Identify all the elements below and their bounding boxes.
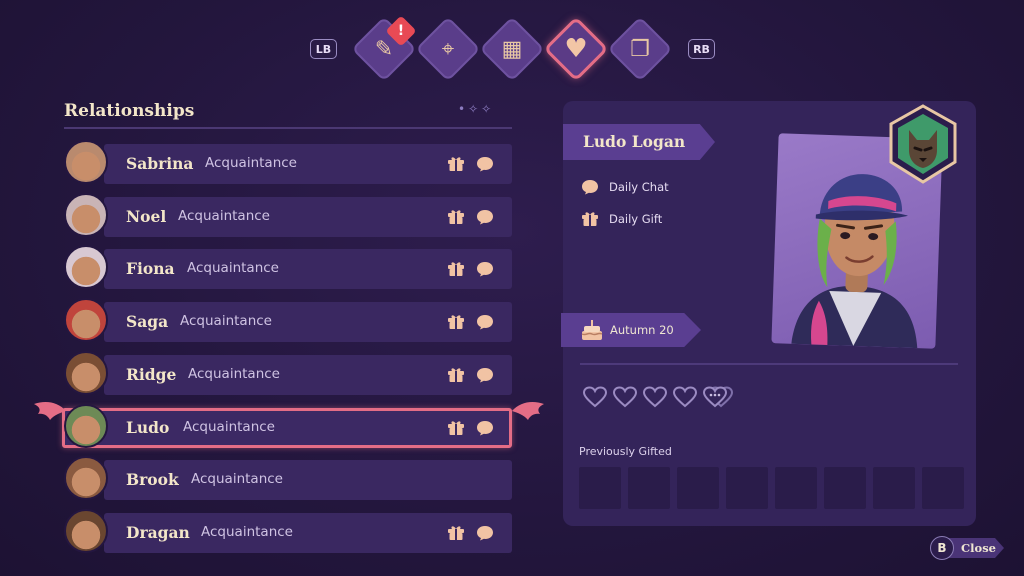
bat-wing-left-icon	[34, 402, 66, 420]
chat-bubble-icon	[582, 180, 598, 195]
heart-icon: ♥	[564, 34, 588, 64]
chat-bubble-icon[interactable]	[476, 367, 494, 383]
character-name: Sabrina	[126, 154, 194, 173]
relationship-status: Acquaintance	[191, 471, 283, 488]
relationship-row[interactable]: Noel Acquaintance	[58, 192, 512, 239]
tab-journal[interactable]: ❐	[607, 16, 673, 82]
character-avatar	[64, 403, 108, 448]
tab-calendar[interactable]: ▦	[479, 16, 545, 82]
gift-slot	[922, 467, 964, 509]
gift-slot	[579, 467, 621, 509]
gift-icon[interactable]	[447, 261, 465, 277]
relationship-status: Acquaintance	[201, 523, 293, 540]
relationship-row[interactable]: Brook Acquaintance	[58, 456, 512, 502]
lb-bumper[interactable]: LB	[310, 39, 337, 59]
rb-bumper[interactable]: RB	[688, 39, 715, 59]
relationship-row[interactable]: Ridge Acquaintance	[58, 350, 512, 397]
chat-bubble-icon[interactable]	[476, 261, 494, 277]
book-icon: ❐	[630, 36, 650, 62]
character-avatar	[64, 245, 108, 290]
character-name: Saga	[126, 312, 169, 332]
daily-chat-task: Daily Chat	[581, 179, 669, 195]
heart-empty-icon	[672, 386, 698, 408]
heart-empty-icon	[582, 386, 608, 408]
b-button-icon: B	[930, 536, 954, 560]
gift-icon[interactable]	[447, 156, 465, 172]
heart-more-icon	[702, 386, 734, 408]
gift-icon	[582, 212, 598, 226]
character-avatar	[64, 140, 108, 184]
chat-bubble-icon[interactable]	[476, 525, 494, 541]
character-avatar	[64, 298, 108, 343]
chat-bubble-icon[interactable]	[476, 156, 494, 172]
sparkle-decoration-icon: •✧✧	[458, 102, 495, 116]
character-avatar	[64, 508, 108, 553]
birthday-date: Autumn 20	[610, 323, 674, 337]
relationship-row[interactable]: Ludo Acquaintance	[58, 403, 512, 450]
relationship-status: Acquaintance	[205, 155, 297, 171]
gift-slot	[873, 467, 915, 509]
gift-slot	[824, 467, 866, 509]
friendship-hearts	[582, 386, 736, 408]
relationship-status: Acquaintance	[178, 207, 270, 224]
gift-slot	[726, 467, 768, 509]
calendar-icon: ▦	[501, 36, 523, 62]
gift-slot	[628, 467, 670, 509]
map-icon: ⌖	[441, 36, 455, 62]
character-name: Ludo Logan	[583, 132, 686, 151]
character-avatar	[64, 192, 108, 237]
character-name: Ludo	[126, 417, 170, 437]
gift-icon[interactable]	[447, 209, 465, 225]
character-name: Noel	[126, 206, 167, 226]
character-avatar	[64, 456, 108, 501]
previously-gifted-label: Previously Gifted	[579, 445, 672, 458]
bat-wing-right-icon	[512, 402, 544, 420]
gift-icon[interactable]	[447, 525, 465, 541]
birthday-cake-icon	[581, 320, 603, 340]
character-avatar	[64, 350, 108, 395]
wolf-crest-icon	[889, 104, 957, 184]
gift-slot	[677, 467, 719, 509]
close-label: Close	[961, 541, 996, 555]
chat-bubble-icon[interactable]	[476, 420, 494, 436]
relationships-title: Relationships	[64, 101, 195, 121]
daily-gift-task: Daily Gift	[581, 211, 662, 227]
relationship-row[interactable]: Saga Acquaintance	[58, 298, 512, 344]
gift-icon[interactable]	[447, 420, 465, 436]
close-button[interactable]: B Close	[930, 536, 1004, 560]
heart-empty-icon	[642, 386, 668, 408]
relationship-row[interactable]: Fiona Acquaintance	[58, 245, 512, 291]
divider	[64, 127, 512, 129]
relationship-row[interactable]: Sabrina Acquaintance	[58, 140, 512, 186]
relationship-status: Acquaintance	[180, 313, 272, 330]
chat-bubble-icon[interactable]	[476, 209, 494, 225]
gift-slot	[775, 467, 817, 509]
character-name: Fiona	[126, 259, 175, 279]
relationship-status: Acquaintance	[188, 365, 280, 382]
character-name: Brook	[126, 470, 179, 490]
gift-icon[interactable]	[447, 314, 465, 330]
tab-map[interactable]: ⌖	[415, 16, 481, 82]
birthday-tag: Autumn 20	[561, 313, 701, 347]
divider	[580, 363, 958, 365]
heart-empty-icon	[612, 386, 638, 408]
chat-bubble-icon[interactable]	[476, 314, 494, 330]
character-name: Dragan	[126, 522, 190, 542]
relationship-row[interactable]: Dragan Acquaintance	[58, 508, 512, 555]
alert-badge: !	[385, 15, 417, 47]
gift-slots	[579, 467, 964, 509]
character-name-tag: Ludo Logan	[563, 124, 715, 160]
character-name: Ridge	[126, 364, 177, 384]
tab-relationships[interactable]: ♥	[543, 16, 609, 82]
gift-icon[interactable]	[447, 367, 465, 383]
relationship-status: Acquaintance	[187, 260, 279, 277]
relationship-status: Acquaintance	[183, 418, 275, 435]
